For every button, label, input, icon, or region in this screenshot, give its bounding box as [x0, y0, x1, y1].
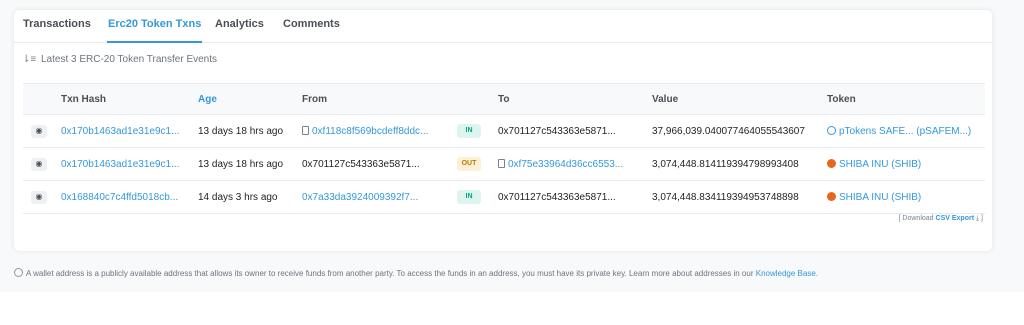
col-value: Value	[644, 83, 819, 115]
value-cell: 3,074,448.814119394798993408	[644, 147, 819, 181]
txn-hash-link[interactable]: 0x170b1463ad1e31e9c1...	[61, 126, 179, 137]
eye-icon[interactable]: ◉	[31, 157, 47, 171]
value-cell: 3,074,448.834119394953748898	[644, 180, 819, 214]
download-icon: ⤓	[975, 215, 980, 222]
lightbulb-icon	[14, 268, 23, 277]
col-from: From	[294, 83, 449, 115]
value-cell: 37,966,039.040077464055543607	[644, 114, 819, 148]
eye-icon[interactable]: ◉	[31, 124, 47, 138]
csv-export-link[interactable]: CSV Export	[936, 215, 975, 222]
footer-text: A wallet address is a publicly available…	[26, 269, 754, 278]
from-address-link[interactable]: 0xf118c8f569bcdeff8ddc...	[312, 126, 428, 137]
tab-comments[interactable]: Comments	[283, 18, 340, 30]
txn-hash-link[interactable]: 0x168840c7c4ffd5018cb...	[61, 192, 178, 203]
tab-transactions[interactable]: Transactions	[23, 18, 91, 30]
from-address: 0x701127c543363e5871...	[294, 147, 449, 181]
age-cell: 13 days 18 hrs ago	[190, 114, 294, 148]
table-row: ◉ 0x168840c7c4ffd5018cb... 14 days 3 hrs…	[23, 180, 985, 214]
shiba-inu-icon	[827, 191, 836, 201]
col-direction	[449, 83, 490, 115]
direction-badge: IN	[457, 190, 481, 204]
token-link[interactable]: SHIBA INU (SHIB)	[839, 159, 921, 170]
download-area: [ Download CSV Export ⤓ ]	[899, 215, 983, 223]
col-token: Token	[819, 83, 985, 115]
footer-end: .	[815, 269, 819, 278]
transfer-summary: ⇂≡ Latest 3 ERC-20 Token Transfer Events	[22, 54, 217, 65]
knowledge-base-link[interactable]: Knowledge Base	[756, 269, 816, 278]
eye-icon[interactable]: ◉	[31, 190, 47, 204]
from-address-link[interactable]: 0x7a33da3924009392f7...	[302, 192, 418, 203]
download-prefix: [ Download	[898, 215, 934, 222]
tab-analytics[interactable]: Analytics	[215, 18, 264, 30]
token-transfers-table: Txn Hash Age From To Value Token ◉ 0x170…	[23, 83, 985, 214]
token-link[interactable]: pTokens SAFE... (pSAFEM...)	[839, 126, 971, 137]
direction-badge: OUT	[457, 157, 481, 171]
age-cell: 13 days 18 hrs ago	[190, 147, 294, 181]
page-bottom	[0, 292, 1024, 325]
footer-note: A wallet address is a publicly available…	[14, 268, 818, 278]
token-txns-card: Transactions Erc20 Token Txns Analytics …	[13, 9, 993, 252]
direction-badge: IN	[457, 124, 481, 138]
to-address: 0x701127c543363e5871...	[490, 114, 644, 148]
to-address: 0x701127c543363e5871...	[490, 180, 644, 214]
table-header: Txn Hash Age From To Value Token	[23, 83, 985, 115]
col-to: To	[490, 83, 644, 115]
to-address-link[interactable]: 0xf75e33964d36cc6553...	[508, 159, 623, 170]
contract-icon	[302, 125, 309, 135]
table-row: ◉ 0x170b1463ad1e31e9c1... 13 days 18 hrs…	[23, 147, 985, 181]
age-cell: 14 days 3 hrs ago	[190, 180, 294, 214]
token-link[interactable]: SHIBA INU (SHIB)	[839, 192, 921, 203]
col-txn-hash: Txn Hash	[53, 83, 190, 115]
summary-text: Latest 3 ERC-20 Token Transfer Events	[41, 54, 218, 65]
sort-icon: ⇂≡	[22, 54, 37, 65]
ptokens-icon	[827, 125, 836, 135]
contract-icon	[498, 158, 505, 168]
shiba-inu-icon	[827, 158, 836, 168]
txn-hash-link[interactable]: 0x170b1463ad1e31e9c1...	[61, 159, 179, 170]
tab-bar: Transactions Erc20 Token Txns Analytics …	[14, 10, 992, 43]
download-suffix: ]	[981, 215, 983, 222]
tab-erc20-token-txns[interactable]: Erc20 Token Txns	[108, 18, 201, 30]
col-detail	[23, 83, 53, 115]
col-age[interactable]: Age	[190, 83, 294, 115]
table-row: ◉ 0x170b1463ad1e31e9c1... 13 days 18 hrs…	[23, 114, 985, 148]
active-tab-indicator	[107, 41, 202, 43]
